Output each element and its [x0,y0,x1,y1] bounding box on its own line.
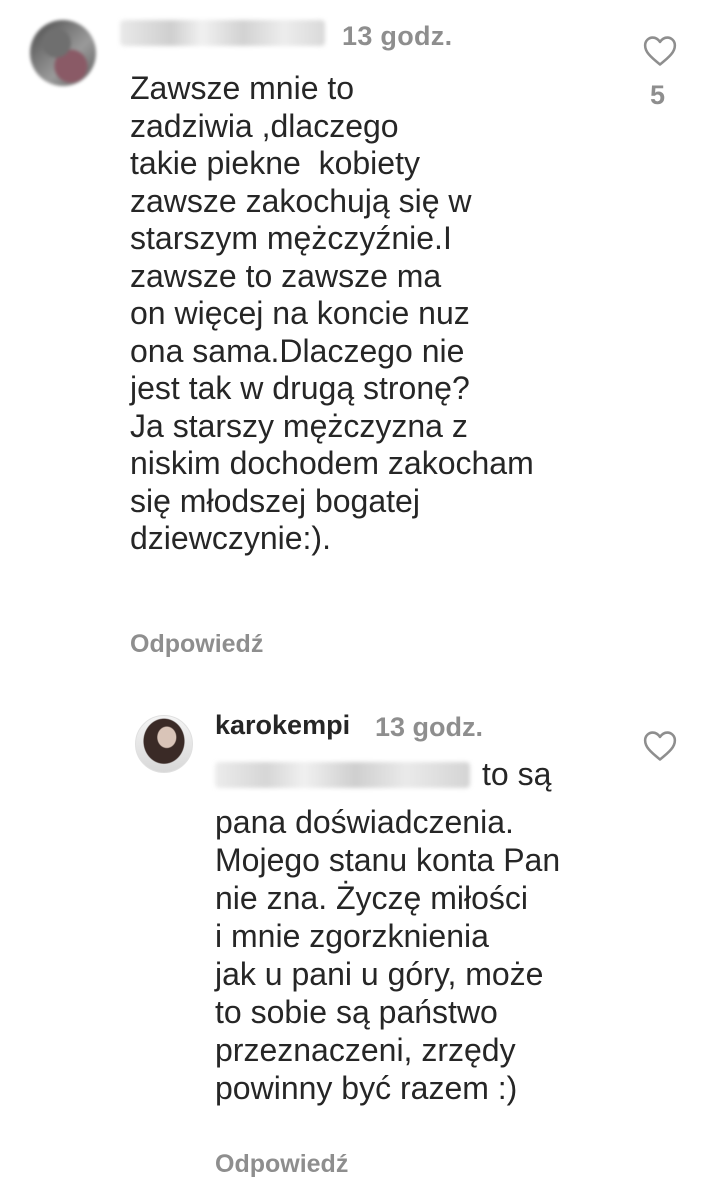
mention-redacted[interactable] [215,762,470,788]
comment-text: pana doświadczenia. Mojego stanu konta P… [215,804,561,1106]
heart-outline-icon[interactable] [643,730,677,762]
comment-text: Zawsze mnie to zadziwia ,dlaczego takie … [130,70,534,556]
comment: 13 godz. Zawsze mnie to zadziwia ,dlacze… [0,0,719,680]
like-count[interactable]: 5 [650,80,665,111]
avatar[interactable] [135,715,193,773]
reply-button[interactable]: Odpowiedź [215,1150,348,1179]
reply-comment: karokempi 13 godz. to są pana doświadcze… [0,690,719,1204]
comment-text-first-line: to są [482,756,552,792]
avatar[interactable] [30,20,96,86]
comment-time: 13 godz. [375,712,484,742]
reply-button[interactable]: Odpowiedź [130,630,263,659]
username-redacted[interactable] [120,20,325,46]
heart-outline-icon[interactable] [643,35,677,67]
comment-time: 13 godz. [342,21,453,51]
comment-username[interactable]: karokempi [215,710,350,741]
